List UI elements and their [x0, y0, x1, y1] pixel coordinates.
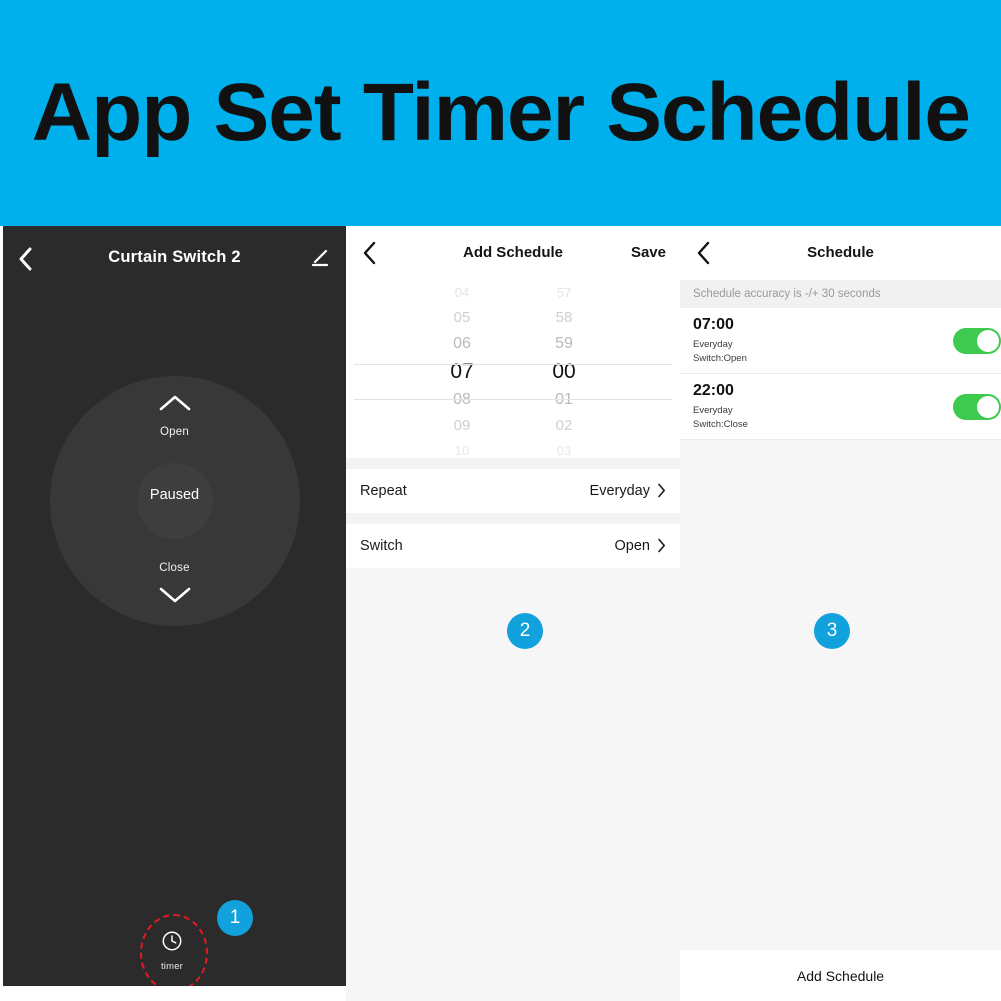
schedule-list-panel: Schedule Schedule accuracy is -/+ 30 sec… [680, 226, 1001, 1001]
curtain-dial-control[interactable]: Open Paused Close [3, 376, 346, 676]
chevron-up-icon[interactable] [3, 394, 346, 412]
step-badge-3: 3 [814, 613, 850, 649]
left-topbar: Curtain Switch 2 [3, 226, 346, 292]
schedule-accuracy-notice: Schedule accuracy is -/+ 30 seconds [680, 280, 1001, 308]
picker-option[interactable]: 10 [455, 438, 469, 458]
chevron-right-icon [657, 483, 667, 499]
dial-state-label[interactable]: Paused [3, 487, 346, 503]
dial-close-label[interactable]: Close [3, 562, 346, 574]
add-schedule-panel: Add Schedule Save 04 05 06 07 08 09 10 5… [346, 226, 680, 1001]
step-badge-2: 2 [507, 613, 543, 649]
section-gap [346, 513, 680, 524]
left-device-panel: Curtain Switch 2 Open Paused Close timer [3, 226, 346, 986]
picker-option[interactable]: 59 [555, 331, 573, 356]
step-badge-1: 1 [217, 900, 253, 936]
schedule-topbar: Schedule [680, 226, 1001, 280]
picker-option[interactable]: 04 [455, 280, 469, 305]
chevron-down-icon[interactable] [3, 586, 346, 604]
timer-button[interactable]: timer [143, 920, 201, 982]
add-schedule-button[interactable]: Add Schedule [680, 950, 1001, 1001]
picker-selection-line-bottom [354, 399, 672, 400]
timer-label: timer [160, 961, 184, 972]
toggle-knob [977, 330, 999, 352]
repeat-row[interactable]: Repeat Everyday [346, 469, 680, 513]
schedule-time: 22:00 [693, 382, 734, 399]
schedule-list-item[interactable]: 07:00 Everyday Switch:Open [680, 308, 1001, 374]
dial-open-label[interactable]: Open [3, 426, 346, 438]
page-banner: App Set Timer Schedule [0, 0, 1001, 226]
picker-option[interactable]: 02 [556, 413, 573, 438]
hour-picker-column[interactable]: 04 05 06 07 08 09 10 [431, 280, 493, 458]
toggle-knob [977, 396, 999, 418]
schedule-time: 07:00 [693, 316, 734, 333]
switch-row[interactable]: Switch Open [346, 524, 680, 568]
time-picker[interactable]: 04 05 06 07 08 09 10 57 58 59 00 01 02 0… [346, 280, 680, 458]
screenshot-root: App Set Timer Schedule Curtain Switch 2 [0, 0, 1001, 1001]
save-button[interactable]: Save [631, 244, 666, 261]
picker-option[interactable]: 09 [454, 413, 471, 438]
switch-value: Open [614, 538, 650, 554]
schedule-toggle[interactable] [953, 328, 1001, 354]
picker-selection-line-top [354, 364, 672, 365]
schedule-action: Switch:Close [693, 419, 748, 430]
picker-option[interactable]: 05 [454, 305, 471, 330]
repeat-label: Repeat [360, 483, 407, 499]
schedule-list-item[interactable]: 22:00 Everyday Switch:Close [680, 374, 1001, 440]
picker-option[interactable]: 57 [557, 280, 571, 305]
schedule-repeat: Everyday [693, 339, 733, 350]
picker-option[interactable]: 06 [453, 331, 471, 356]
add-schedule-topbar: Add Schedule Save [346, 226, 680, 280]
picker-option-selected[interactable]: 00 [552, 356, 575, 387]
clock-icon [161, 930, 183, 957]
repeat-value: Everyday [589, 483, 650, 499]
schedule-action: Switch:Open [693, 353, 747, 364]
schedule-toggle[interactable] [953, 394, 1001, 420]
switch-label: Switch [360, 538, 403, 554]
schedule-repeat: Everyday [693, 405, 733, 416]
picker-option-selected[interactable]: 07 [450, 356, 473, 387]
add-schedule-title: Add Schedule [462, 244, 563, 261]
picker-option[interactable]: 03 [557, 438, 571, 458]
schedule-title: Schedule [807, 244, 874, 261]
minute-picker-column[interactable]: 57 58 59 00 01 02 03 [533, 280, 595, 458]
device-title: Curtain Switch 2 [108, 248, 241, 266]
page-title: App Set Timer Schedule [31, 67, 970, 158]
pencil-edit-icon[interactable] [306, 244, 334, 272]
section-gap [346, 458, 680, 469]
picker-option[interactable]: 58 [556, 305, 573, 330]
chevron-right-icon [657, 538, 667, 554]
